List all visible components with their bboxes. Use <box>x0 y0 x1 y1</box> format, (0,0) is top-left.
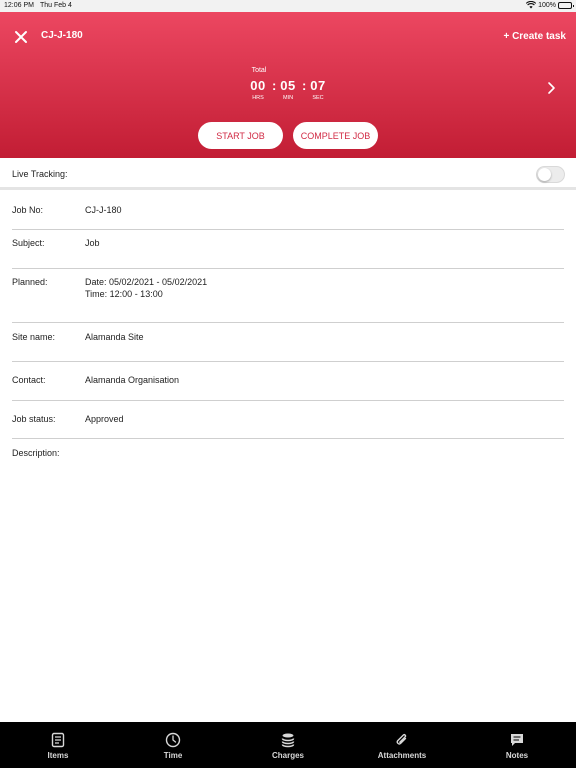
paperclip-icon <box>396 733 407 745</box>
planned-time: Time: 12:00 - 13:00 <box>85 288 163 299</box>
toggle-knob <box>538 168 551 181</box>
divider <box>12 229 564 230</box>
detail-value: Alamanda Organisation <box>85 375 180 385</box>
battery-percent: 100% <box>538 1 556 9</box>
detail-value: Alamanda Site <box>85 332 144 342</box>
status-date: Thu Feb 4 <box>40 2 72 9</box>
tab-notes[interactable]: Notes <box>477 722 557 768</box>
tab-label: Charges <box>271 751 304 760</box>
tab-time[interactable]: Time <box>133 722 213 768</box>
timer-seconds-value: 07 <box>310 78 326 93</box>
detail-label: Job No: <box>12 205 44 215</box>
timer-minutes-label: MIN <box>282 95 294 101</box>
timer-total-label: Total <box>251 67 267 74</box>
detail-label: Site name: <box>12 332 56 342</box>
chevron-right-icon[interactable] <box>546 81 556 95</box>
divider <box>12 400 564 401</box>
page-title: CJ-J-180 <box>41 30 83 41</box>
detail-value: Approved <box>85 414 124 424</box>
status-bar: 12:06 PM Thu Feb 4 100% <box>0 0 576 12</box>
clock-icon <box>165 732 181 748</box>
timer-seconds: 07 SEC <box>306 78 330 101</box>
create-task-button[interactable]: + Create task <box>503 31 566 42</box>
timer-minutes-value: 05 <box>280 78 296 93</box>
bottom-tab-bar: Items Time Charges Attachments Notes <box>0 722 576 768</box>
coins-icon <box>281 733 295 748</box>
planned-date: Date: 05/02/2021 - 05/02/2021 <box>85 277 208 287</box>
tab-label: Items <box>47 751 69 760</box>
detail-label: Job status: <box>12 414 56 424</box>
detail-label: Contact: <box>12 375 46 385</box>
close-icon[interactable] <box>12 28 30 46</box>
live-tracking-label: Live Tracking: <box>12 169 68 179</box>
items-icon <box>51 732 65 748</box>
detail-value: Date: 05/02/2021 - 05/02/2021 Time: 12:0… <box>85 277 207 300</box>
detail-label: Description: <box>12 448 60 458</box>
battery-icon <box>558 1 574 9</box>
status-time: 12:06 PM <box>4 2 34 9</box>
tab-charges[interactable]: Charges <box>248 722 328 768</box>
detail-label: Planned: <box>12 277 48 287</box>
timer-hours: 00 HRS <box>246 78 270 101</box>
timer-hours-label: HRS <box>252 95 264 101</box>
detail-value: CJ-J-180 <box>85 205 122 215</box>
live-tracking-toggle[interactable] <box>536 166 565 183</box>
divider <box>12 268 564 269</box>
detail-value: Job <box>85 238 100 248</box>
tab-attachments[interactable]: Attachments <box>362 722 442 768</box>
timer-hours-value: 00 <box>250 78 266 93</box>
timer-seconds-label: SEC <box>312 95 324 101</box>
live-tracking-row: Live Tracking: <box>0 158 576 190</box>
tab-label: Notes <box>505 751 529 760</box>
divider <box>12 438 564 439</box>
status-right: 100% <box>526 1 574 9</box>
divider <box>12 322 564 323</box>
job-timer: 00 HRS : 05 MIN : 07 SEC <box>238 78 338 104</box>
tab-label: Attachments <box>377 751 427 760</box>
tab-items[interactable]: Items <box>18 722 98 768</box>
divider <box>12 361 564 362</box>
detail-label: Subject: <box>12 238 45 248</box>
wifi-icon <box>526 1 537 9</box>
notes-icon <box>511 734 523 746</box>
complete-job-button[interactable]: COMPLETE JOB <box>293 122 378 149</box>
job-header: CJ-J-180 + Create task Total 00 HRS : 05… <box>0 12 576 158</box>
start-job-button[interactable]: START JOB <box>198 122 283 149</box>
timer-minutes: 05 MIN <box>276 78 300 101</box>
tab-label: Time <box>163 751 183 760</box>
